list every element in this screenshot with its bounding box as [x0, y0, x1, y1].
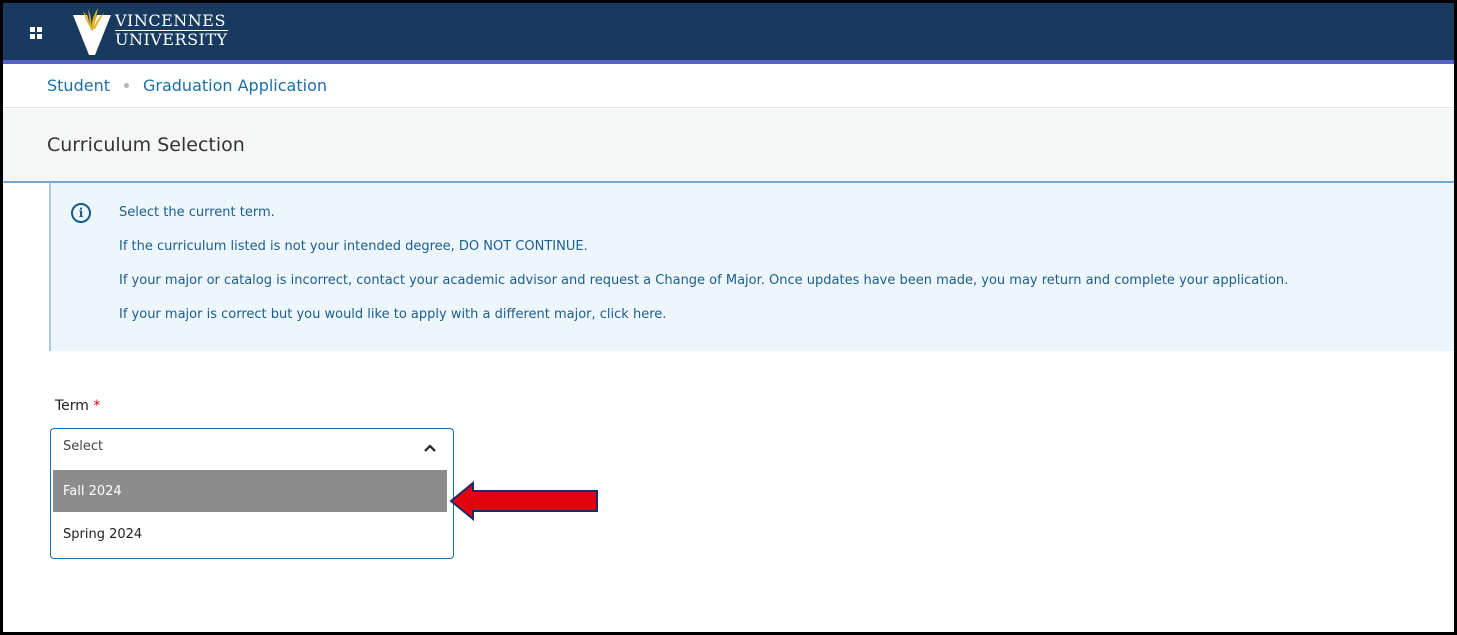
main-content: i Select the current term. If the curric… — [3, 183, 1454, 632]
apps-grid-icon[interactable] — [30, 27, 42, 39]
term-option-fall-2024[interactable]: Fall 2024 — [53, 470, 447, 512]
logo-line-1: VINCENNES — [115, 11, 228, 31]
info-notification: i Select the current term. If the curric… — [49, 183, 1454, 351]
university-logo-icon — [73, 8, 111, 55]
info-line-do-not-continue: If the curriculum listed is not your int… — [119, 239, 588, 254]
info-line-click-here[interactable]: If your major is correct but you would l… — [119, 307, 666, 322]
app-window: VINCENNES UNIVERSITY Student Graduation … — [0, 0, 1457, 635]
breadcrumb-item-student[interactable]: Student — [47, 76, 110, 95]
page-header: Curriculum Selection — [3, 109, 1454, 183]
page-title: Curriculum Selection — [47, 134, 245, 156]
term-option-spring-2024[interactable]: Spring 2024 — [53, 513, 447, 555]
university-logo-text[interactable]: VINCENNES UNIVERSITY — [115, 13, 228, 48]
info-line-change-of-major: If your major or catalog is incorrect, c… — [119, 273, 1289, 288]
term-dropdown[interactable]: Select Fall 2024 Spring 2024 — [50, 428, 454, 559]
red-arrow-annotation-icon — [449, 481, 598, 521]
term-select[interactable]: Select — [51, 429, 453, 469]
required-indicator: * — [93, 398, 101, 414]
top-navigation-bar: VINCENNES UNIVERSITY — [3, 3, 1454, 64]
breadcrumb: Student Graduation Application — [3, 64, 1454, 108]
term-field-label: Term * — [55, 398, 100, 414]
info-icon: i — [71, 203, 91, 223]
info-line-select-term: Select the current term. — [119, 205, 275, 220]
term-label-text: Term — [55, 398, 89, 414]
logo-line-2: UNIVERSITY — [115, 30, 228, 49]
term-select-placeholder: Select — [63, 439, 104, 454]
chevron-up-icon[interactable] — [423, 443, 437, 453]
breadcrumb-separator-icon — [123, 83, 129, 88]
breadcrumb-item-graduation-application[interactable]: Graduation Application — [143, 76, 327, 95]
